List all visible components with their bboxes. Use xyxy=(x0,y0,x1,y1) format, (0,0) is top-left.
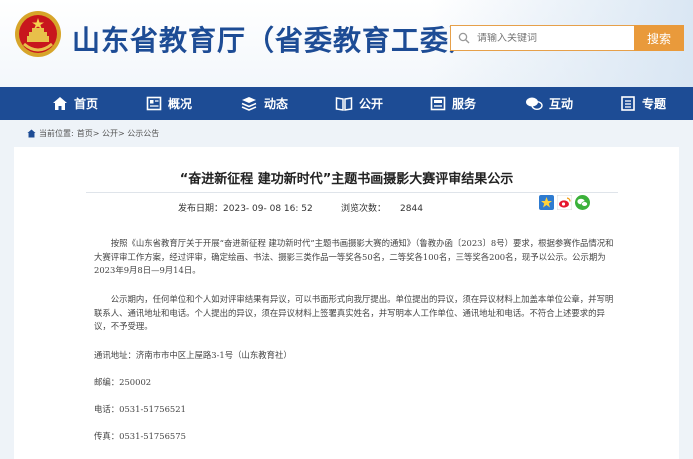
contact-fax: 传真：0531-51756575 xyxy=(94,431,186,441)
publish-date: 发布日期：2023- 09- 08 16: 52 xyxy=(178,201,313,214)
nav-item-service[interactable]: 服务 xyxy=(430,87,476,120)
wechat-icon[interactable] xyxy=(575,195,590,210)
favorite-star-icon[interactable] xyxy=(539,195,554,210)
home-icon xyxy=(27,129,36,138)
nav-item-public[interactable]: 公开 xyxy=(335,87,383,120)
site-title[interactable]: 山东省教育厅（省委教育工委） xyxy=(72,19,478,59)
nav-item-overview[interactable]: 概况 xyxy=(146,87,192,120)
search-icon xyxy=(451,26,477,50)
search-input[interactable] xyxy=(477,32,627,44)
nav-label: 互动 xyxy=(549,97,574,111)
weibo-icon[interactable] xyxy=(557,195,572,210)
nav-label: 专题 xyxy=(642,97,667,111)
contact-postcode: 邮编：250002 xyxy=(94,377,152,387)
views-value: 2844 xyxy=(400,204,423,214)
contact-address: 通讯地址：济南市市中区上屋路3-1号（山东教育社） xyxy=(94,350,292,360)
nav-label: 公开 xyxy=(359,97,384,111)
article-title: “奋进新征程 建功新时代”主题书画摄影大赛评审结果公示 xyxy=(179,172,514,187)
home-icon xyxy=(53,97,67,110)
article-panel: “奋进新征程 建功新时代”主题书画摄影大赛评审结果公示 发布日期：2023- 0… xyxy=(14,147,679,459)
breadcrumb-prefix: 当前位置: xyxy=(39,129,74,138)
nav-label: 首页 xyxy=(74,97,99,111)
share-bar xyxy=(539,195,590,210)
nav-label: 概况 xyxy=(168,97,193,111)
nav-item-home[interactable]: 首页 xyxy=(52,87,98,120)
contact-phone: 电话：0531-51756521 xyxy=(94,404,186,414)
news-icon xyxy=(241,97,257,111)
main-nav: 首页 概况 动态 公开 服务 互动 专题 xyxy=(0,87,693,120)
publish-date-value: 2023- 09- 08 16: 52 xyxy=(223,204,313,214)
site-header: 山东省教育厅（省委教育工委） 搜索 xyxy=(0,0,693,87)
national-emblem-icon xyxy=(15,11,61,57)
breadcrumb-path[interactable]: 首页> 公开> 公示公告 xyxy=(77,128,160,139)
book-icon xyxy=(335,97,353,111)
nav-label: 动态 xyxy=(264,97,289,111)
breadcrumb: 当前位置: 首页> 公开> 公示公告 xyxy=(27,128,159,139)
article-paragraph-1: 按照《山东省教育厅关于开展“奋进新征程 建功新时代”主题书画摄影大赛的通知》（鲁… xyxy=(94,238,614,275)
nav-item-news[interactable]: 动态 xyxy=(240,87,288,120)
publish-label: 发布日期： xyxy=(178,204,224,214)
overview-icon xyxy=(146,96,162,111)
nav-label: 服务 xyxy=(452,97,477,111)
article-paragraph-2: 公示期内，任何单位和个人如对评审结果有异议，可以书面形式向我厅提出。单位提出的异… xyxy=(94,294,614,331)
nav-item-interact[interactable]: 互动 xyxy=(525,87,573,120)
search-button[interactable]: 搜索 xyxy=(634,25,684,51)
views-label: 浏览次数： xyxy=(341,204,387,214)
title-divider xyxy=(86,192,618,193)
search-box[interactable] xyxy=(450,25,636,51)
chat-icon xyxy=(526,97,543,110)
nav-item-topic[interactable]: 专题 xyxy=(620,87,666,120)
service-icon xyxy=(430,96,446,111)
view-count: 浏览次数： 2844 xyxy=(341,201,423,214)
topic-icon xyxy=(621,96,635,111)
